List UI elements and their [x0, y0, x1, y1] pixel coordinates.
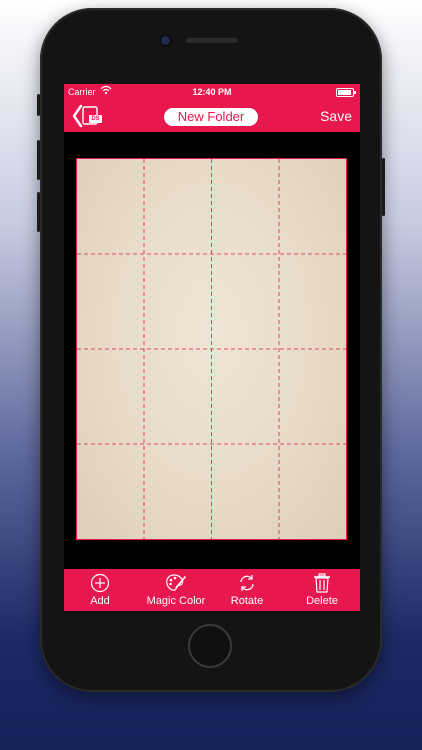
- rotate-button[interactable]: Rotate: [224, 569, 270, 611]
- clock: 12:40 PM: [192, 87, 232, 97]
- front-camera: [161, 36, 170, 45]
- app-screen: Carrier 12:40 PM DS New Folder Save Add …: [64, 84, 360, 611]
- rotate-icon: [240, 575, 254, 591]
- back-button[interactable]: DS: [70, 104, 106, 128]
- status-bar: Carrier 12:40 PM: [64, 84, 360, 100]
- app-logo-badge: DS: [91, 116, 100, 122]
- folder-name-button[interactable]: New Folder: [164, 108, 258, 126]
- earpiece-speaker: [186, 38, 238, 43]
- volume-down-button: [37, 192, 40, 232]
- scanned-document-preview[interactable]: [76, 158, 347, 540]
- rotate-label: Rotate: [230, 595, 264, 607]
- volume-up-button: [37, 140, 40, 180]
- magic-color-label: Magic Color: [146, 595, 206, 607]
- magic-color-button[interactable]: Magic Color: [142, 569, 210, 611]
- bottom-toolbar: Add Magic Color Rotate Delete: [64, 569, 360, 611]
- add-button[interactable]: Add: [74, 569, 126, 611]
- trash-icon: [314, 573, 330, 593]
- plus-circle-icon: [90, 573, 110, 593]
- crop-grid: [77, 159, 346, 539]
- navigation-bar: DS New Folder Save: [64, 100, 360, 132]
- silent-switch: [37, 94, 40, 116]
- home-button[interactable]: [188, 624, 232, 668]
- add-label: Add: [90, 595, 110, 607]
- battery-icon: [336, 88, 356, 97]
- power-button: [382, 158, 385, 216]
- save-button[interactable]: Save: [320, 108, 352, 124]
- delete-label: Delete: [306, 595, 338, 607]
- delete-button[interactable]: Delete: [298, 569, 346, 611]
- palette-icon: [166, 574, 186, 591]
